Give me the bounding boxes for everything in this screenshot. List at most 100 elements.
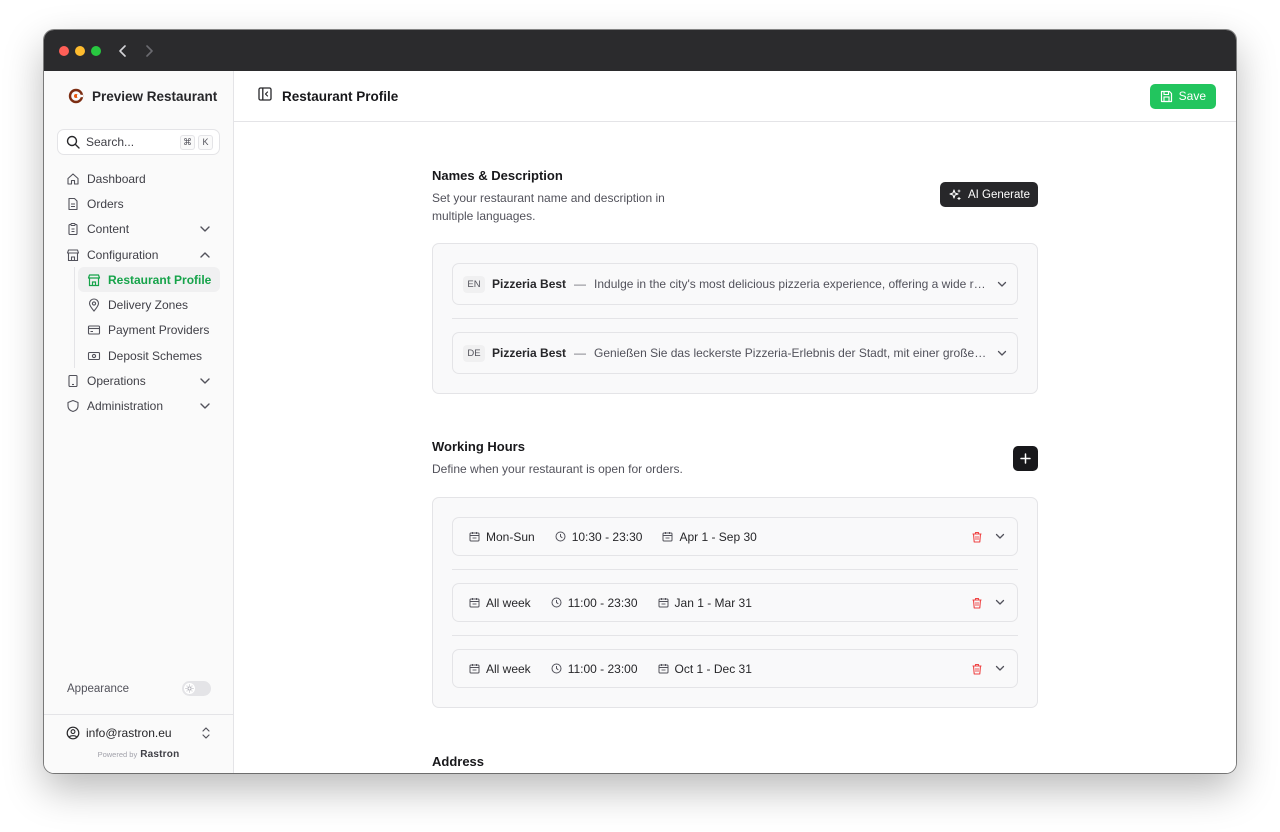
language-row-de[interactable]: DE Pizzeria Best — Genießen Sie das leck… [452,332,1018,374]
chevron-down-icon[interactable] [995,533,1005,540]
shield-icon [66,399,80,413]
sidebar-item-configuration[interactable]: Configuration [44,242,233,267]
working-days: All week [486,661,531,676]
maximize-window-button[interactable] [91,45,101,56]
calendar-icon [469,531,480,542]
sidebar-item-label: Content [87,222,130,237]
sidebar-item-label: Delivery Zones [108,298,189,313]
chevrons-up-down-icon [202,727,210,739]
divider [452,569,1018,570]
sidebar-item-orders[interactable]: Orders [44,191,233,216]
tablet-icon [66,374,80,388]
working-days: All week [486,595,531,610]
profile-form: Names & Description Set your restaurant … [432,122,1038,769]
calendar-icon [662,531,673,542]
language-description: Genießen Sie das leckerste Pizzeria-Erle… [594,346,989,360]
brand[interactable]: Preview Restaurant [44,71,233,121]
chevron-down-icon[interactable] [199,222,211,236]
calendar-icon [658,597,669,608]
working-hours-description: Define when your restaurant is open for … [432,462,683,476]
banknote-icon [87,349,101,363]
working-time: 11:00 - 23:30 [567,595,638,610]
chevron-down-icon[interactable] [997,350,1007,357]
working-hours-row[interactable]: Mon-Sun 10:30 - 23:30 Apr 1 - Sep 30 [452,517,1018,556]
sidebar-item-dashboard[interactable]: Dashboard [44,166,233,191]
sidebar-menu: Dashboard Orders Content Configuration R… [44,166,233,419]
forward-icon[interactable] [139,41,159,61]
sun-icon [184,683,195,694]
search-box[interactable]: Search... ⌘ K [57,129,220,155]
language-name: Pizzeria Best [492,346,567,360]
sidebar-item-label: Restaurant Profile [108,272,212,287]
working-hours-panel: Mon-Sun 10:30 - 23:30 Apr 1 - Sep 30 All… [432,497,1038,708]
sidebar-item-operations[interactable]: Operations [44,368,233,393]
ai-generate-button[interactable]: AI Generate [939,182,1038,207]
account-switcher[interactable]: info@rastron.eu [44,715,233,740]
address-section: Address [432,754,1038,769]
working-date-range: Oct 1 - Dec 31 [674,661,752,676]
powered-by-text: Powered by [97,750,138,759]
working-days: Mon-Sun [486,529,535,544]
separator: — [574,277,587,291]
save-button[interactable]: Save [1149,83,1216,109]
sidebar-item-label: Dashboard [87,171,146,186]
sparkles-icon [949,189,961,200]
powered-by: Powered by Rastron [44,749,233,760]
language-code-badge: DE [463,344,485,362]
working-hours-row[interactable]: All week 11:00 - 23:00 Oct 1 - Dec 31 [452,649,1018,688]
working-time: 11:00 - 23:00 [567,661,638,676]
clipboard-icon [66,222,80,236]
sidebar-item-restaurant-profile[interactable]: Restaurant Profile [78,267,220,293]
working-hours-section: Working Hours Define when your restauran… [432,439,1038,708]
search-icon [66,135,80,149]
chevron-down-icon[interactable] [997,281,1007,288]
top-bar: Restaurant Profile Save [234,71,1236,122]
credit-card-icon [87,323,101,337]
working-hours-row[interactable]: All week 11:00 - 23:30 Jan 1 - Mar 31 [452,583,1018,622]
sidebar-item-deposit-schemes[interactable]: Deposit Schemes [78,343,220,368]
sidebar-item-content[interactable]: Content [44,217,233,242]
trash-icon[interactable] [971,663,983,675]
sidebar-item-payment-providers[interactable]: Payment Providers [78,318,220,343]
working-time: 10:30 - 23:30 [571,529,643,544]
clock-icon [555,531,566,542]
plus-icon [1020,453,1031,464]
address-title: Address [432,754,485,769]
chevron-down-icon[interactable] [995,665,1005,672]
calendar-icon [469,597,480,608]
sidebar-item-label: Deposit Schemes [108,348,203,363]
back-icon[interactable] [113,41,133,61]
trash-icon[interactable] [971,531,983,543]
sidebar-item-label: Operations [87,374,146,389]
search-input[interactable]: Search... [86,135,177,149]
chevron-down-icon[interactable] [199,374,211,388]
working-hours-title: Working Hours [432,439,525,454]
add-working-hours-button[interactable] [1013,446,1038,471]
sidebar-item-label: Configuration [87,247,159,262]
shortcut-mod-key: ⌘ [180,134,195,150]
sidebar-item-delivery-zones[interactable]: Delivery Zones [78,292,220,317]
map-pin-icon [87,298,101,312]
language-row-en[interactable]: EN Pizzeria Best — Indulge in the city's… [452,263,1018,305]
separator: — [574,346,587,360]
sidebar-item-administration[interactable]: Administration [44,394,233,419]
page-title: Restaurant Profile [282,88,399,104]
chevron-down-icon[interactable] [995,599,1005,606]
language-description: Indulge in the city's most delicious piz… [594,277,989,291]
configuration-submenu: Restaurant Profile Delivery Zones Paymen… [74,267,233,369]
brand-logo-icon [68,88,84,104]
main-content: Restaurant Profile Save Names & Descript… [234,71,1236,773]
chevron-up-icon[interactable] [199,248,211,262]
chevron-down-icon[interactable] [199,399,211,413]
clock-icon [551,597,562,608]
document-icon [66,197,80,211]
appearance-toggle[interactable] [182,681,211,696]
title-bar [44,30,1236,71]
sidebar-toggle-icon[interactable] [258,86,272,106]
close-window-button[interactable] [59,45,69,56]
trash-icon[interactable] [971,597,983,609]
user-circle-icon [66,726,80,740]
minimize-window-button[interactable] [75,45,85,56]
calendar-icon [469,663,480,674]
sidebar-footer: info@rastron.eu Powered by Rastron [44,714,233,760]
